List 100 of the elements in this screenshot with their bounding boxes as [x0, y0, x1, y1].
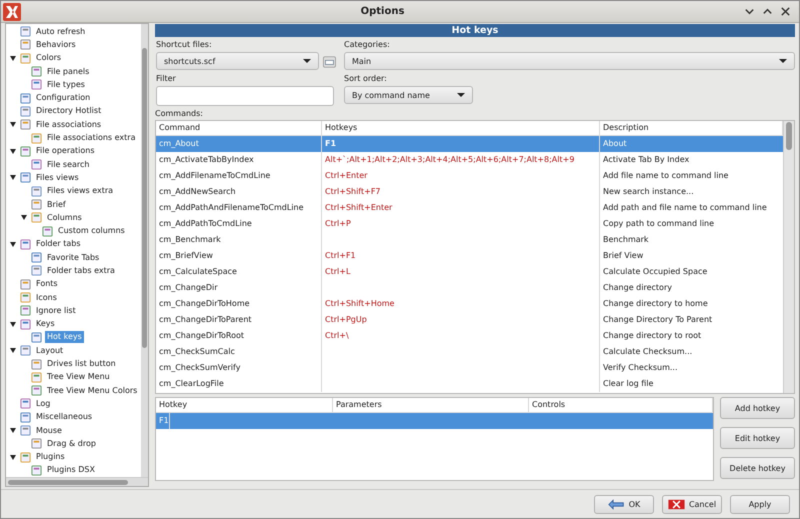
table-row[interactable]: cm_CheckSumCalc Calculate Checksum...	[156, 344, 783, 360]
tree-item[interactable]: Configuration	[34, 92, 92, 104]
tree-item[interactable]: Directory Hotlist	[34, 105, 104, 118]
page-icon	[31, 252, 42, 264]
scrollbar[interactable]	[141, 24, 148, 477]
shortcut-file-dropdown[interactable]: shortcuts.scf	[156, 52, 320, 70]
tree-item[interactable]: Drives list button	[45, 358, 118, 370]
hotkey-text: Ctrl+\	[325, 331, 349, 340]
column-header[interactable]: Command	[156, 121, 322, 135]
table-row[interactable]: cm_AddPathAndFilenameToCmdLine Ctrl+Shift+Enter Add path and file name to command line	[156, 200, 783, 216]
cancel-icon	[668, 498, 685, 510]
scrollbar[interactable]	[783, 121, 794, 393]
table-cell-text: Add path and file name to command line	[602, 202, 768, 214]
tree-item[interactable]: Plugins	[34, 451, 67, 464]
hotkey-text: Ctrl+Shift+Home	[325, 299, 394, 308]
page-icon	[31, 186, 42, 197]
tree-item[interactable]: Mouse	[34, 424, 64, 437]
column-header[interactable]: Parameters	[333, 398, 529, 412]
tree-item[interactable]: Auto refresh	[34, 26, 88, 38]
tree-item[interactable]: Tree View Menu Colors	[45, 384, 140, 397]
dialog-button[interactable]: Cancel	[662, 494, 722, 514]
table-cell-text: Change Directory To Parent	[602, 314, 714, 326]
tree-item[interactable]: Brief	[45, 198, 68, 210]
table-row[interactable]: cm_CheckSumVerify Verify Checksum...	[156, 360, 783, 376]
table-cell-text: Add file name to command line	[602, 170, 730, 182]
tree-item[interactable]: Keys	[34, 318, 57, 330]
tree-item[interactable]: Files views	[34, 172, 81, 184]
table-row[interactable]: cm_BriefView Ctrl+F1 Brief View	[156, 248, 783, 264]
page-icon	[20, 106, 31, 117]
table-cell: cm_ChangeDirToParent	[156, 312, 322, 328]
tree-item[interactable]: Drag & drop	[45, 438, 98, 450]
tree-item[interactable]: Folder tabs	[34, 238, 83, 250]
page-icon	[31, 66, 42, 78]
keyboard-icon[interactable]	[323, 56, 336, 68]
table-row[interactable]: cm_AddNewSearch Ctrl+Shift+F7 New search instance...	[156, 184, 783, 200]
tree-item[interactable]: File panels	[45, 66, 92, 78]
tree-item[interactable]: Behaviors	[34, 38, 78, 51]
dialog-button[interactable]: Apply	[730, 494, 790, 514]
categories-dropdown[interactable]: Main	[344, 52, 795, 70]
page-icon	[20, 345, 31, 356]
hotkey-text: Ctrl+P	[325, 219, 351, 228]
table-cell-text: Change directory to root	[602, 330, 702, 342]
filter-field[interactable]	[156, 86, 334, 106]
table-cell: cm_CheckSumVerify	[156, 360, 322, 376]
table-row[interactable]: cm_Benchmark Benchmark	[156, 232, 783, 248]
tree-item[interactable]: Favorite Tabs	[45, 252, 102, 264]
minimize-icon[interactable]	[744, 6, 755, 17]
table-row[interactable]: cm_CalculateSpace Ctrl+L Calculate Occupied Space	[156, 264, 783, 280]
dialog-button[interactable]: OK	[594, 494, 654, 514]
page-icon	[20, 398, 31, 410]
page-icon	[31, 438, 42, 450]
page-icon	[20, 52, 31, 64]
tree-item[interactable]: File associations extra	[45, 132, 138, 144]
page-icon	[20, 119, 31, 130]
tree-item[interactable]: File types	[45, 78, 87, 91]
table-row[interactable]: cm_ChangeDirToRoot Ctrl+\ Change directory to root	[156, 328, 783, 344]
hotkey-text: Ctrl+F1	[325, 251, 356, 260]
tree-item[interactable]: Log	[34, 398, 52, 410]
table-row[interactable]: cm_ClearLogFile Clear log file	[156, 376, 783, 392]
tree-item[interactable]: Folder tabs extra	[45, 264, 117, 277]
table-row[interactable]: cm_ChangeDirToParent Ctrl+PgUp Change Directory To Parent	[156, 312, 783, 328]
close-icon[interactable]	[780, 6, 791, 17]
column-header[interactable]: Hotkey	[156, 398, 333, 412]
tree-item[interactable]: File associations	[34, 118, 104, 131]
page-icon	[31, 464, 42, 476]
hotkey-text: Ctrl+L	[325, 267, 350, 276]
sort-order-dropdown[interactable]: By command name	[344, 86, 473, 104]
tree-item[interactable]: Miscellaneous	[34, 411, 94, 424]
page-icon	[20, 39, 31, 50]
tree-item[interactable]: Fonts	[34, 278, 60, 290]
page-icon	[31, 132, 42, 144]
tree-item[interactable]: Custom columns	[56, 225, 127, 238]
hotkey-button[interactable]: Add hotkey	[720, 397, 795, 419]
page-icon	[31, 199, 42, 210]
column-header[interactable]: Controls	[529, 398, 713, 412]
tree-item[interactable]: File operations	[34, 145, 97, 158]
tree-item[interactable]: Ignore list	[34, 304, 78, 317]
tree-item[interactable]: Plugins DSX	[45, 464, 97, 476]
tree-item[interactable]: Colors	[34, 52, 64, 64]
hotkey-button[interactable]: Edit hotkey	[720, 427, 795, 449]
table-cell: cm_ClearLogFile	[156, 376, 322, 392]
window-title: Options	[360, 6, 406, 17]
table-row[interactable]: cm_AddFilenameToCmdLine Ctrl+Enter Add file name to command line	[156, 168, 783, 184]
page-icon	[31, 332, 42, 343]
page-icon	[31, 358, 42, 370]
scrollbar[interactable]	[6, 477, 148, 486]
tree-item[interactable]: Files views extra	[45, 185, 116, 198]
table-cell: cm_ChangeDirToHome	[156, 296, 322, 312]
table-row[interactable]: cm_AddPathToCmdLine Ctrl+P Copy path to command line	[156, 216, 783, 232]
column-header[interactable]: Hotkeys	[322, 121, 600, 135]
page-icon	[20, 452, 31, 463]
table-row[interactable]: cm_ChangeDir Change directory	[156, 280, 783, 296]
tree-item[interactable]: File search	[45, 158, 92, 171]
tree-item[interactable]: Layout	[34, 344, 66, 357]
hotkey-button[interactable]: Delete hotkey	[720, 457, 795, 479]
tree-item[interactable]: Tree View Menu	[45, 371, 112, 384]
table-row[interactable]: cm_ActivateTabByIndex Alt+`;Alt+1;Alt+2;Alt+3;Alt+4;Alt+5;Alt+6;Alt+7;Alt+8;Alt+9 Activate Tab By Index	[156, 152, 783, 168]
tree-item[interactable]: Icons	[34, 292, 59, 304]
tree-item[interactable]: Columns	[45, 212, 84, 224]
table-row[interactable]: cm_ChangeDirToHome Ctrl+Shift+Home Change directory to home	[156, 296, 783, 312]
